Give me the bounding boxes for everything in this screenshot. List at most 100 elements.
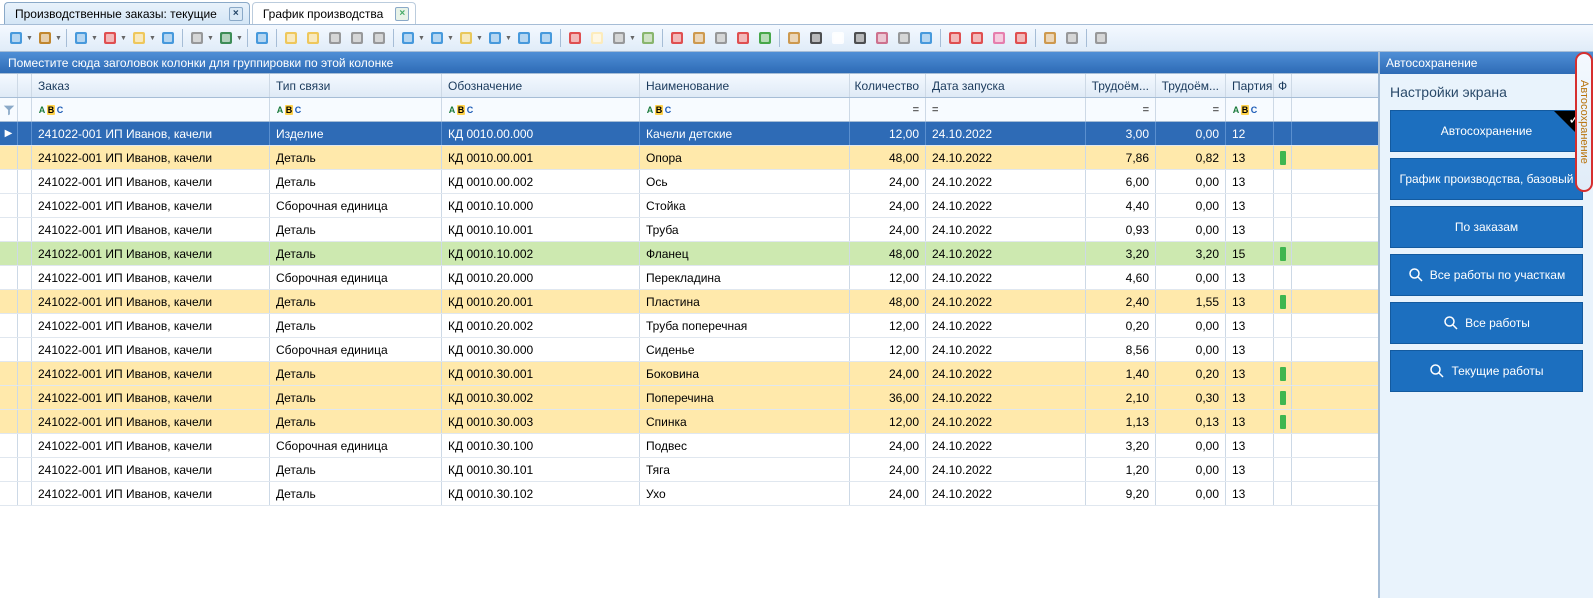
badge-button[interactable] — [989, 28, 1009, 48]
list-button[interactable] — [485, 28, 505, 48]
barcode-button[interactable] — [806, 28, 826, 48]
layout-button-4[interactable]: Все работы — [1390, 302, 1583, 344]
filter-order[interactable]: ABC — [32, 98, 270, 121]
filter-type[interactable]: ABC — [270, 98, 442, 121]
table-row[interactable]: 241022-001 ИП Иванов, качелиСборочная ед… — [0, 338, 1378, 362]
dropdown-arrow-icon[interactable]: ▼ — [120, 35, 127, 42]
table-row[interactable]: 241022-001 ИП Иванов, качелиДетальКД 001… — [0, 146, 1378, 170]
table-row[interactable]: 241022-001 ИП Иванов, качелиСборочная ед… — [0, 434, 1378, 458]
stack2-button[interactable] — [303, 28, 323, 48]
filter-labor2[interactable]: = — [1156, 98, 1226, 121]
colors-button[interactable] — [565, 28, 585, 48]
col-start-date[interactable]: Дата запуска — [926, 74, 1086, 97]
tool-button[interactable] — [894, 28, 914, 48]
filter-col-button[interactable] — [514, 28, 534, 48]
package-button[interactable] — [784, 28, 804, 48]
dropdown-arrow-icon[interactable]: ▼ — [55, 35, 62, 42]
delete-button[interactable] — [100, 28, 120, 48]
doc-button[interactable] — [828, 28, 848, 48]
table-row[interactable]: ▶241022-001 ИП Иванов, качелиИзделиеКД 0… — [0, 122, 1378, 146]
filter-quantity[interactable]: = — [850, 98, 926, 121]
table-row[interactable]: 241022-001 ИП Иванов, качелиДетальКД 001… — [0, 242, 1378, 266]
table-row[interactable]: 241022-001 ИП Иванов, качелиСборочная ед… — [0, 266, 1378, 290]
link-button[interactable] — [1062, 28, 1082, 48]
filter-date[interactable]: = — [926, 98, 1086, 121]
menu-button[interactable] — [1091, 28, 1111, 48]
col-type[interactable]: Тип связи — [270, 74, 442, 97]
filter-labor1[interactable]: = — [1086, 98, 1156, 121]
tree-expand-button[interactable] — [427, 28, 447, 48]
refresh-button[interactable] — [158, 28, 178, 48]
window-button[interactable] — [1040, 28, 1060, 48]
new-doc-button[interactable] — [6, 28, 26, 48]
layout-button-2[interactable]: По заказам — [1390, 206, 1583, 248]
dropdown-arrow-icon[interactable]: ▼ — [26, 35, 33, 42]
dropdown-arrow-icon[interactable]: ▼ — [447, 35, 454, 42]
table-row[interactable]: 241022-001 ИП Иванов, качелиДетальКД 001… — [0, 362, 1378, 386]
tab-0[interactable]: Производственные заказы: текущие× — [4, 2, 250, 24]
dropdown-arrow-icon[interactable]: ▼ — [236, 35, 243, 42]
stack4-button[interactable] — [347, 28, 367, 48]
col-quantity[interactable]: Количество — [850, 74, 926, 97]
dropdown-arrow-icon[interactable]: ▼ — [476, 35, 483, 42]
binoc-button[interactable] — [850, 28, 870, 48]
tab-1[interactable]: График производства× — [252, 2, 416, 24]
print-button[interactable] — [35, 28, 55, 48]
machine-button[interactable] — [369, 28, 389, 48]
collapsed-autosave-tab[interactable]: Автосохранение — [1575, 52, 1593, 192]
struct-button[interactable] — [916, 28, 936, 48]
route-button[interactable] — [252, 28, 272, 48]
table-row[interactable]: 241022-001 ИП Иванов, качелиДетальКД 001… — [0, 290, 1378, 314]
layout-button-1[interactable]: График производства, базовый — [1390, 158, 1583, 200]
stack3-button[interactable] — [325, 28, 345, 48]
checkmark-button[interactable] — [755, 28, 775, 48]
dropdown-arrow-icon[interactable]: ▼ — [91, 35, 98, 42]
stack1-button[interactable] — [281, 28, 301, 48]
table-row[interactable]: 241022-001 ИП Иванов, качелиДетальКД 001… — [0, 218, 1378, 242]
wrench-button[interactable] — [187, 28, 207, 48]
group-by-panel[interactable]: Поместите сюда заголовок колонки для гру… — [0, 52, 1378, 74]
filter-flag[interactable] — [1274, 98, 1292, 121]
col-labor2[interactable]: Трудоём... — [1156, 74, 1226, 97]
dropdown-arrow-icon[interactable]: ▼ — [629, 35, 636, 42]
calendar-button[interactable] — [667, 28, 687, 48]
dropdown-arrow-icon[interactable]: ▼ — [418, 35, 425, 42]
props-button[interactable] — [587, 28, 607, 48]
people-button[interactable] — [872, 28, 892, 48]
excel-button[interactable] — [216, 28, 236, 48]
layout-button-0[interactable]: Автосохранение✓ — [1390, 110, 1583, 152]
col-batch[interactable]: Партия — [1226, 74, 1274, 97]
series-num-button[interactable] — [398, 28, 418, 48]
col-name[interactable]: Наименование — [640, 74, 850, 97]
col-flag[interactable]: Ф — [1274, 74, 1292, 97]
tag-button[interactable] — [638, 28, 658, 48]
table-row[interactable]: 241022-001 ИП Иванов, качелиСборочная ед… — [0, 194, 1378, 218]
scheme-button[interactable] — [609, 28, 629, 48]
filter-batch[interactable]: ABC — [1226, 98, 1274, 121]
close-icon[interactable]: × — [229, 7, 243, 21]
layout-button-5[interactable]: Текущие работы — [1390, 350, 1583, 392]
find-button[interactable] — [711, 28, 731, 48]
filter-toggle-icon[interactable] — [0, 98, 18, 121]
table-row[interactable]: 241022-001 ИП Иванов, качелиДетальКД 001… — [0, 482, 1378, 506]
up-button[interactable] — [1011, 28, 1031, 48]
table-row[interactable]: 241022-001 ИП Иванов, качелиДетальКД 001… — [0, 170, 1378, 194]
dropdown-arrow-icon[interactable]: ▼ — [207, 35, 214, 42]
save-button[interactable] — [71, 28, 91, 48]
funnel-button[interactable] — [536, 28, 556, 48]
dropdown-arrow-icon[interactable]: ▼ — [149, 35, 156, 42]
col-order[interactable]: Заказ — [32, 74, 270, 97]
table-row[interactable]: 241022-001 ИП Иванов, качелиДетальКД 001… — [0, 386, 1378, 410]
col-designation[interactable]: Обозначение — [442, 74, 640, 97]
pencil-button[interactable] — [967, 28, 987, 48]
table-row[interactable]: 241022-001 ИП Иванов, качелиДетальКД 001… — [0, 314, 1378, 338]
col-labor1[interactable]: Трудоём... — [1086, 74, 1156, 97]
close-icon[interactable]: × — [395, 7, 409, 21]
grid-button[interactable] — [945, 28, 965, 48]
note-button[interactable] — [456, 28, 476, 48]
dropdown-arrow-icon[interactable]: ▼ — [505, 35, 512, 42]
filter-designation[interactable]: ABC — [442, 98, 640, 121]
calendar2-button[interactable] — [733, 28, 753, 48]
duplicate-button[interactable] — [129, 28, 149, 48]
table-row[interactable]: 241022-001 ИП Иванов, качелиДетальКД 001… — [0, 458, 1378, 482]
